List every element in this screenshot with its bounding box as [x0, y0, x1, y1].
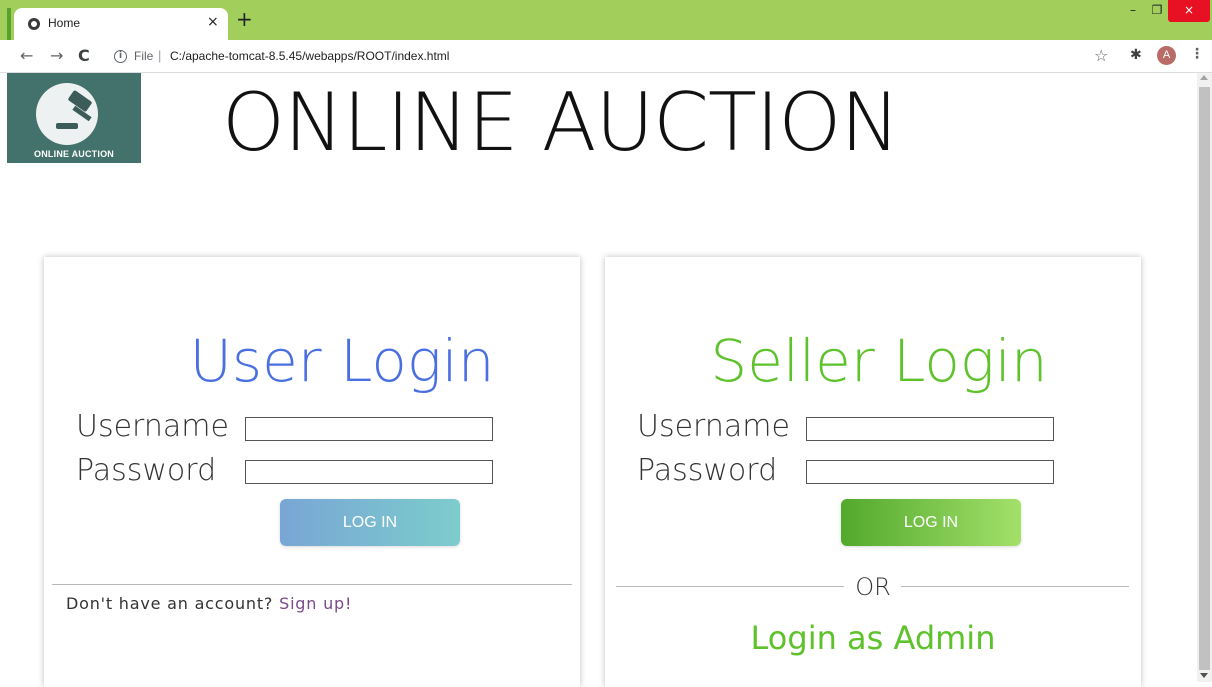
signup-link[interactable]: Sign up!	[279, 594, 352, 613]
site-logo: ONLINE AUCTION	[7, 73, 141, 163]
seller-login-card: Seller Login Username Password LOG IN OR…	[605, 257, 1141, 687]
gavel-icon	[36, 83, 98, 145]
user-card-divider	[52, 584, 572, 585]
forward-arrow-icon[interactable]: →	[50, 46, 63, 65]
browser-tab-bar: Home × + – ❐ ×	[0, 0, 1212, 40]
user-login-title: User Login	[189, 327, 495, 395]
back-arrow-icon[interactable]: ←	[20, 46, 33, 65]
info-icon[interactable]: i	[114, 50, 127, 63]
scroll-down-arrow-icon[interactable]	[1200, 673, 1208, 678]
url-scheme-label: File	[134, 49, 154, 63]
window-close-button[interactable]: ×	[1168, 0, 1210, 22]
page-title: ONLINE AUCTION	[222, 76, 900, 169]
tab-accent	[7, 8, 11, 40]
or-divider-right	[901, 586, 1129, 587]
scroll-thumb[interactable]	[1199, 87, 1210, 670]
seller-login-title: Seller Login	[710, 327, 1048, 395]
minimize-button[interactable]: –	[1122, 0, 1144, 22]
seller-password-label: Password	[637, 453, 778, 488]
user-login-card: User Login Username Password LOG IN Don'…	[44, 257, 580, 687]
page-scrollbar[interactable]	[1197, 73, 1212, 682]
seller-username-label: Username	[637, 409, 790, 444]
extensions-icon[interactable]: ✱	[1130, 47, 1142, 63]
browser-menu-icon[interactable]: ⋮	[1190, 46, 1204, 62]
tab-close-icon[interactable]: ×	[207, 14, 219, 30]
seller-login-button[interactable]: LOG IN	[841, 499, 1021, 546]
globe-icon	[28, 18, 40, 30]
browser-tab-home[interactable]: Home ×	[14, 8, 228, 40]
profile-avatar[interactable]: A	[1157, 46, 1176, 65]
or-divider-left	[616, 586, 844, 587]
user-username-input[interactable]	[245, 417, 493, 441]
url-omnibox[interactable]: i File | C:/apache-tomcat-8.5.45/webapps…	[104, 44, 1116, 70]
user-login-button[interactable]: LOG IN	[280, 499, 460, 546]
tab-title: Home	[48, 16, 81, 30]
bookmark-star-icon[interactable]: ☆	[1094, 46, 1108, 65]
seller-password-input[interactable]	[806, 460, 1054, 484]
restore-button[interactable]: ❐	[1146, 0, 1168, 22]
gavel-base	[56, 123, 78, 129]
reload-icon[interactable]: C	[78, 46, 90, 65]
user-password-input[interactable]	[245, 460, 493, 484]
url-separator: |	[158, 48, 162, 63]
new-tab-button[interactable]: +	[236, 9, 253, 29]
address-bar-row: ← → C i File | C:/apache-tomcat-8.5.45/w…	[0, 40, 1212, 73]
signup-prompt: Don't have an account? Sign up!	[66, 594, 352, 613]
url-text[interactable]: C:/apache-tomcat-8.5.45/webapps/ROOT/ind…	[170, 49, 449, 63]
scroll-up-arrow-icon[interactable]	[1200, 75, 1208, 80]
logo-text: ONLINE AUCTION	[34, 149, 114, 159]
user-username-label: Username	[76, 409, 229, 444]
user-password-label: Password	[76, 453, 217, 488]
or-separator-text: OR	[855, 573, 891, 601]
seller-username-input[interactable]	[806, 417, 1054, 441]
admin-login-link[interactable]: Login as Admin	[605, 619, 1141, 657]
signup-prefix-text: Don't have an account?	[66, 594, 280, 613]
